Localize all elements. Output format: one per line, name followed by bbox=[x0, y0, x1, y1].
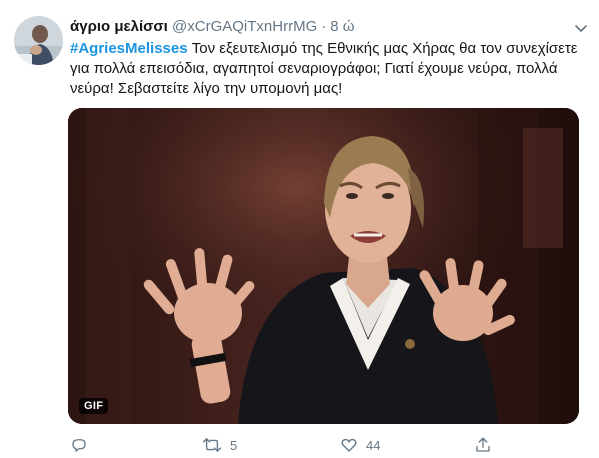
hashtag-link[interactable]: #AgriesMelisses bbox=[70, 40, 188, 57]
tweet-actions: 5 44 bbox=[68, 434, 538, 456]
gif-frame bbox=[68, 108, 579, 424]
gif-media[interactable]: GIF bbox=[68, 108, 579, 424]
separator-dot: · bbox=[321, 18, 327, 35]
chevron-down-icon[interactable] bbox=[573, 20, 589, 36]
reply-button[interactable] bbox=[70, 434, 88, 456]
share-icon bbox=[474, 436, 492, 454]
like-button[interactable]: 44 bbox=[340, 434, 380, 456]
retweet-icon bbox=[202, 436, 222, 454]
tweet-text: #AgriesMelisses Τον εξευτελισμό της Εθνι… bbox=[70, 39, 585, 99]
like-count: 44 bbox=[366, 437, 381, 453]
retweet-count: 5 bbox=[230, 437, 238, 453]
display-name[interactable]: άγριο μελίσσι bbox=[70, 18, 168, 35]
reply-icon bbox=[70, 436, 88, 454]
retweet-button[interactable]: 5 bbox=[202, 434, 237, 456]
timestamp[interactable]: 8 ώ bbox=[330, 18, 354, 35]
avatar-image bbox=[14, 16, 63, 65]
avatar[interactable] bbox=[14, 16, 63, 65]
share-button[interactable] bbox=[474, 434, 492, 456]
user-handle[interactable]: @xCrGAQiTxnHrrMG bbox=[172, 18, 317, 35]
heart-icon bbox=[340, 436, 358, 454]
tweet-header: άγριο μελίσσι @xCrGAQiTxnHrrMG · 8 ώ bbox=[70, 17, 354, 37]
tweet[interactable]: άγριο μελίσσι @xCrGAQiTxnHrrMG · 8 ώ #Agri… bbox=[0, 0, 599, 458]
gif-badge: GIF bbox=[79, 398, 109, 414]
